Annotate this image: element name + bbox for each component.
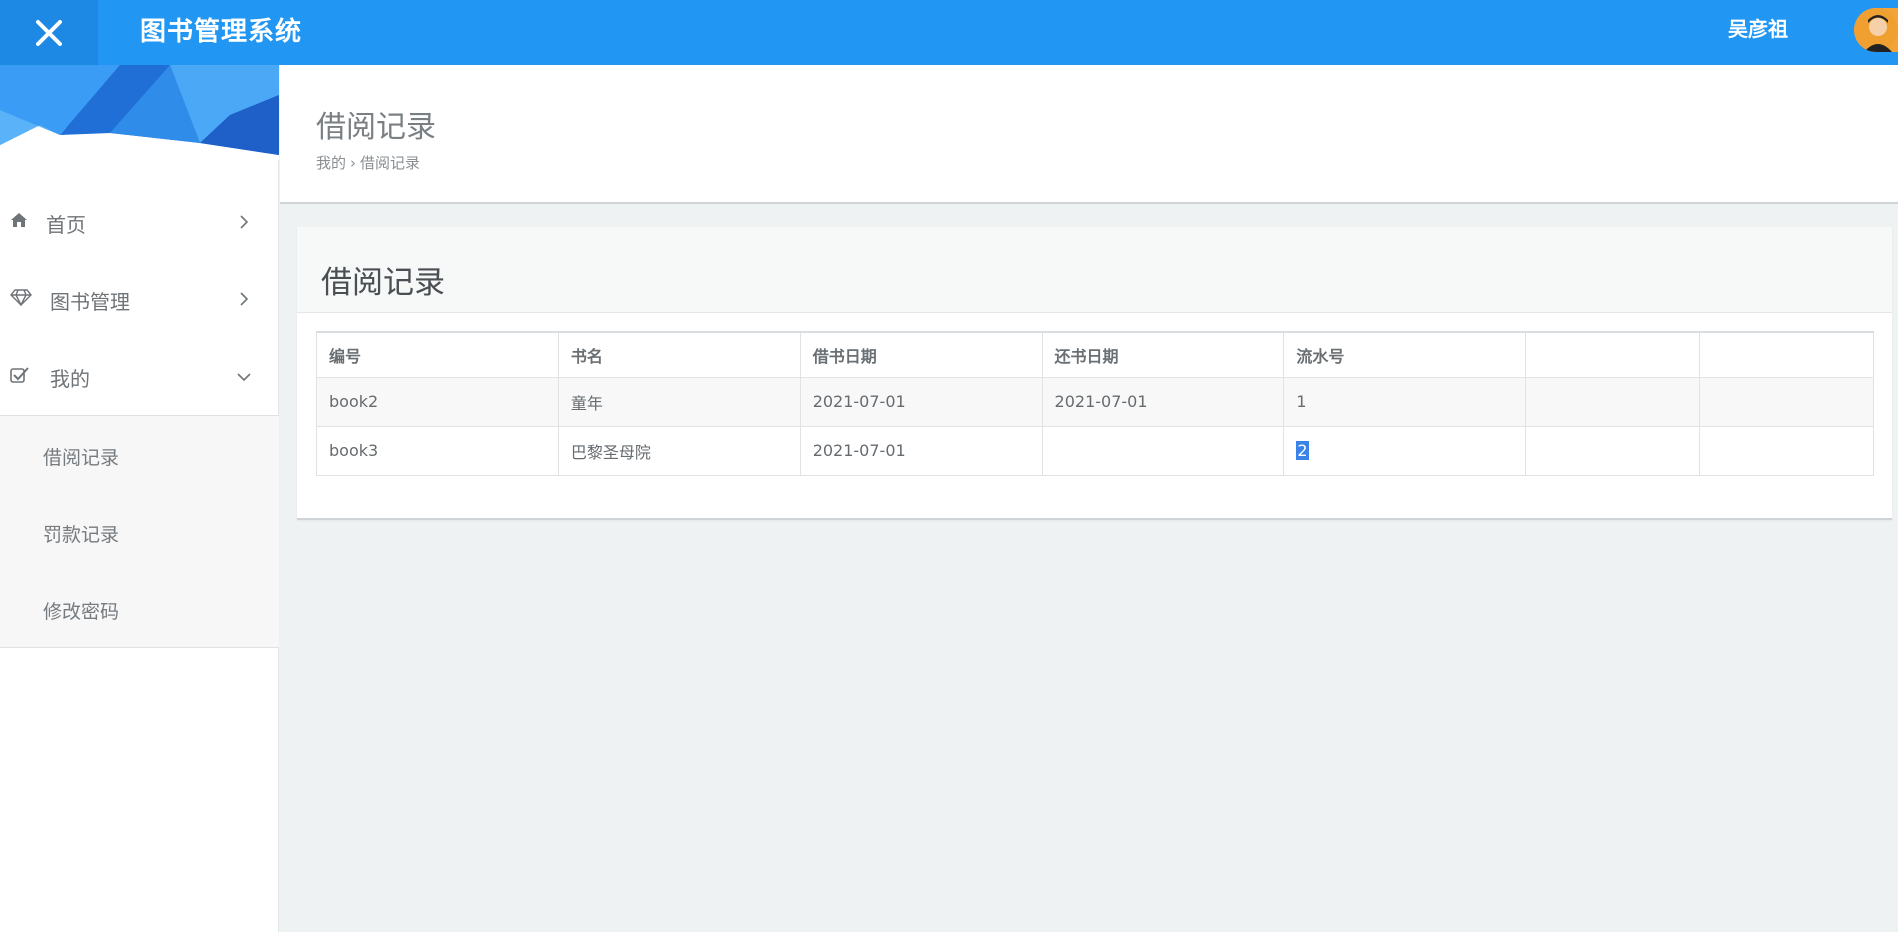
table-cell (1699, 376, 1874, 427)
column-header-extra-2 (1699, 331, 1874, 378)
table-cell: book2 (316, 376, 559, 427)
table-cell: 1 (1283, 376, 1527, 427)
table-cell: 巴黎圣母院 (557, 425, 801, 476)
chevron-down-icon (237, 373, 251, 382)
breadcrumb-item: 借阅记录 (360, 154, 421, 172)
page-header: 借阅记录 我的 › 借阅记录 (280, 65, 1898, 204)
top-bar: 图书管理系统 吴彦祖 (0, 0, 1898, 65)
submenu-item-fine-records[interactable]: 罚款记录 (43, 520, 119, 547)
column-header-id[interactable]: 编号 (316, 331, 559, 378)
chevron-right-icon (240, 292, 249, 306)
breadcrumb-item[interactable]: 我的 (316, 154, 346, 172)
check-square-icon (10, 367, 29, 383)
sidebar-item-label: 我的 (50, 367, 90, 391)
table-cell (1525, 376, 1701, 427)
table-cell: 2021-07-01 (1041, 376, 1285, 427)
table-cell (1041, 425, 1285, 476)
column-header-return-date[interactable]: 还书日期 (1041, 331, 1285, 378)
table-cell (1699, 425, 1874, 476)
panel-header: 借阅记录 (297, 227, 1892, 313)
column-header-extra-1 (1525, 331, 1701, 378)
chevron-right-icon (240, 215, 249, 229)
submenu-item-change-password[interactable]: 修改密码 (43, 597, 119, 624)
sidebar-banner-image (0, 65, 279, 160)
table-row: book3 巴黎圣母院 2021-07-01 2 (316, 425, 1874, 476)
sidebar-item-label: 图书管理 (50, 290, 130, 314)
sidebar-item-label: 首页 (46, 213, 86, 237)
submenu-mine: 借阅记录 罚款记录 修改密码 (0, 415, 279, 648)
sidebar: 首页 图书管理 我的 借阅记录 罚款记录 修改密码 (0, 65, 279, 932)
table-header-row: 编号 书名 借书日期 还书日期 流水号 (316, 331, 1874, 378)
table-cell (1525, 425, 1701, 476)
column-header-borrow-date[interactable]: 借书日期 (799, 331, 1043, 378)
selected-text: 2 (1296, 441, 1309, 460)
sidebar-item-book-management[interactable]: 图书管理 (0, 262, 279, 338)
diamond-icon (10, 289, 32, 306)
table-cell: 童年 (557, 376, 801, 427)
app-title: 图书管理系统 (140, 17, 303, 47)
breadcrumb: 我的 › 借阅记录 (316, 152, 420, 173)
column-header-serial-number[interactable]: 流水号 (1283, 331, 1527, 378)
page-title: 借阅记录 (316, 110, 436, 145)
sidebar-item-mine[interactable]: 我的 (0, 339, 279, 415)
table-cell: book3 (316, 425, 559, 476)
table-cell: 2021-07-01 (799, 425, 1043, 476)
close-sidebar-button[interactable] (0, 0, 98, 65)
user-name[interactable]: 吴彦祖 (1728, 0, 1788, 65)
column-header-title[interactable]: 书名 (557, 331, 801, 378)
panel-title: 借阅记录 (321, 265, 445, 301)
table-row: book2 童年 2021-07-01 2021-07-01 1 (316, 376, 1874, 427)
sidebar-item-home[interactable]: 首页 (0, 185, 279, 261)
submenu-item-borrow-records[interactable]: 借阅记录 (43, 443, 119, 470)
close-icon (36, 19, 62, 46)
table-cell: 2 (1283, 425, 1527, 476)
home-icon (11, 213, 27, 227)
breadcrumb-separator-icon: › (350, 154, 357, 172)
avatar[interactable] (1854, 8, 1898, 52)
records-panel: 借阅记录 编号 书名 借书日期 还书日期 流水号 book2 童年 2021-0… (297, 227, 1892, 520)
records-table: 编号 书名 借书日期 还书日期 流水号 book2 童年 2021-07-01 … (316, 331, 1874, 476)
table-cell: 2021-07-01 (799, 376, 1043, 427)
